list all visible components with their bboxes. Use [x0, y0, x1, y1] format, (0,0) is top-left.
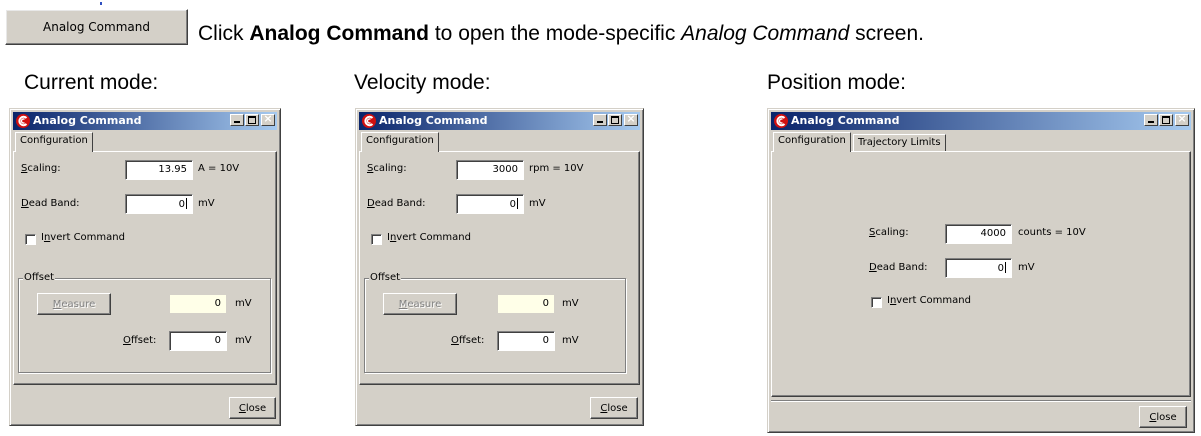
- title-bar: Analog Command ×: [771, 112, 1191, 130]
- minimize-button[interactable]: [230, 114, 244, 126]
- tab-panel: Scaling: 13.95 A = 10V Dead Band: 0 mV I…: [13, 151, 277, 385]
- measure-unit: mV: [235, 298, 252, 309]
- close-window-button[interactable]: ×: [1175, 112, 1189, 126]
- maximize-icon: [248, 116, 256, 124]
- minimize-button[interactable]: [593, 114, 607, 126]
- offset-groupbox: Offset Measure 0 mV Offset: 0 mV: [364, 272, 626, 373]
- deadband-label: Dead Band:: [21, 198, 80, 209]
- deadband-input[interactable]: 0: [125, 194, 193, 214]
- velocity-mode-label: Velocity mode:: [354, 71, 491, 94]
- offset-label: Offset:: [451, 335, 485, 346]
- separator: [771, 400, 1191, 402]
- minimize-icon: [1148, 121, 1154, 123]
- minimize-icon: [234, 121, 240, 123]
- velocity-mode-window: Analog Command × Configuration Scaling: …: [355, 108, 644, 426]
- title-bar: Analog Command ×: [359, 112, 640, 130]
- invert-command-checkbox[interactable]: [871, 297, 882, 308]
- tab-panel: Scaling: 3000 rpm = 10V Dead Band: 0 mV …: [359, 151, 640, 385]
- measure-button[interactable]: Measure: [383, 293, 457, 315]
- tab-configuration[interactable]: Configuration: [773, 132, 851, 152]
- invert-command-label: Invert Command: [887, 295, 971, 306]
- offset-input[interactable]: 0: [497, 331, 555, 351]
- measure-value: 0: [169, 294, 227, 314]
- instruction-text: Click Analog Command to open the mode-sp…: [198, 22, 924, 45]
- minimize-icon: [597, 121, 603, 123]
- window-title: Analog Command: [33, 114, 142, 127]
- position-mode-label: Position mode:: [767, 71, 906, 94]
- close-icon: ×: [626, 112, 636, 125]
- close-window-button[interactable]: ×: [261, 112, 275, 126]
- window-title: Analog Command: [379, 114, 488, 127]
- maximize-icon: [611, 116, 619, 124]
- close-button[interactable]: Close: [229, 397, 276, 419]
- title-bar: Analog Command ×: [13, 112, 277, 130]
- tab-configuration[interactable]: Configuration: [361, 132, 439, 152]
- measure-value: 0: [497, 294, 555, 314]
- offset-unit: mV: [562, 335, 579, 346]
- invert-command-label: Invert Command: [387, 232, 471, 243]
- minimize-button[interactable]: [1144, 114, 1158, 126]
- close-button[interactable]: Close: [590, 397, 638, 419]
- offset-group-title: Offset: [369, 272, 402, 283]
- deadband-unit: mV: [1018, 262, 1035, 273]
- app-logo-icon: [16, 114, 30, 128]
- scaling-label: Scaling:: [21, 163, 61, 174]
- current-mode-window: Analog Command × Configuration Scaling: …: [9, 108, 281, 426]
- app-logo-icon: [362, 114, 376, 128]
- close-button[interactable]: Close: [1139, 406, 1187, 428]
- scaling-unit: counts = 10V: [1018, 227, 1086, 238]
- decorative-dot: [100, 2, 102, 5]
- scaling-input[interactable]: 13.95: [125, 160, 193, 180]
- close-window-button[interactable]: ×: [624, 112, 638, 126]
- maximize-icon: [1162, 116, 1170, 124]
- analog-command-button[interactable]: Analog Command: [5, 9, 188, 45]
- scaling-unit: A = 10V: [198, 163, 240, 174]
- deadband-label: Dead Band:: [869, 262, 928, 273]
- scaling-input[interactable]: 4000: [945, 224, 1012, 244]
- scaling-label: Scaling:: [869, 227, 909, 238]
- maximize-button[interactable]: [608, 114, 622, 126]
- tab-configuration[interactable]: Configuration: [15, 132, 93, 152]
- current-mode-label: Current mode:: [24, 71, 159, 94]
- offset-label: Offset:: [123, 335, 157, 346]
- deadband-input[interactable]: 0: [945, 258, 1012, 278]
- deadband-unit: mV: [529, 198, 546, 209]
- maximize-button[interactable]: [245, 114, 259, 126]
- invert-command-checkbox[interactable]: [25, 234, 36, 245]
- scaling-input[interactable]: 3000: [456, 160, 524, 180]
- scaling-unit: rpm = 10V: [529, 163, 584, 174]
- invert-command-label: Invert Command: [41, 232, 125, 243]
- offset-unit: mV: [235, 335, 252, 346]
- window-title: Analog Command: [791, 114, 900, 127]
- invert-command-checkbox[interactable]: [371, 234, 382, 245]
- deadband-label: Dead Band:: [367, 198, 426, 209]
- offset-input[interactable]: 0: [169, 331, 227, 351]
- deadband-input[interactable]: 0: [456, 194, 524, 214]
- tab-panel: Scaling: 4000 counts = 10V Dead Band: 0 …: [771, 151, 1191, 397]
- scaling-label: Scaling:: [367, 163, 407, 174]
- maximize-button[interactable]: [1159, 114, 1173, 126]
- close-icon: ×: [263, 112, 273, 125]
- close-icon: ×: [1177, 112, 1187, 125]
- offset-group-title: Offset: [23, 272, 56, 283]
- tab-trajectory-limits[interactable]: Trajectory Limits: [853, 134, 946, 152]
- deadband-unit: mV: [198, 198, 215, 209]
- measure-button[interactable]: Measure: [37, 293, 111, 315]
- app-logo-icon: [774, 114, 788, 128]
- position-mode-window: Analog Command × Configuration Trajector…: [767, 108, 1195, 433]
- offset-groupbox: Offset Measure 0 mV Offset: 0 mV: [18, 272, 271, 373]
- measure-unit: mV: [562, 298, 579, 309]
